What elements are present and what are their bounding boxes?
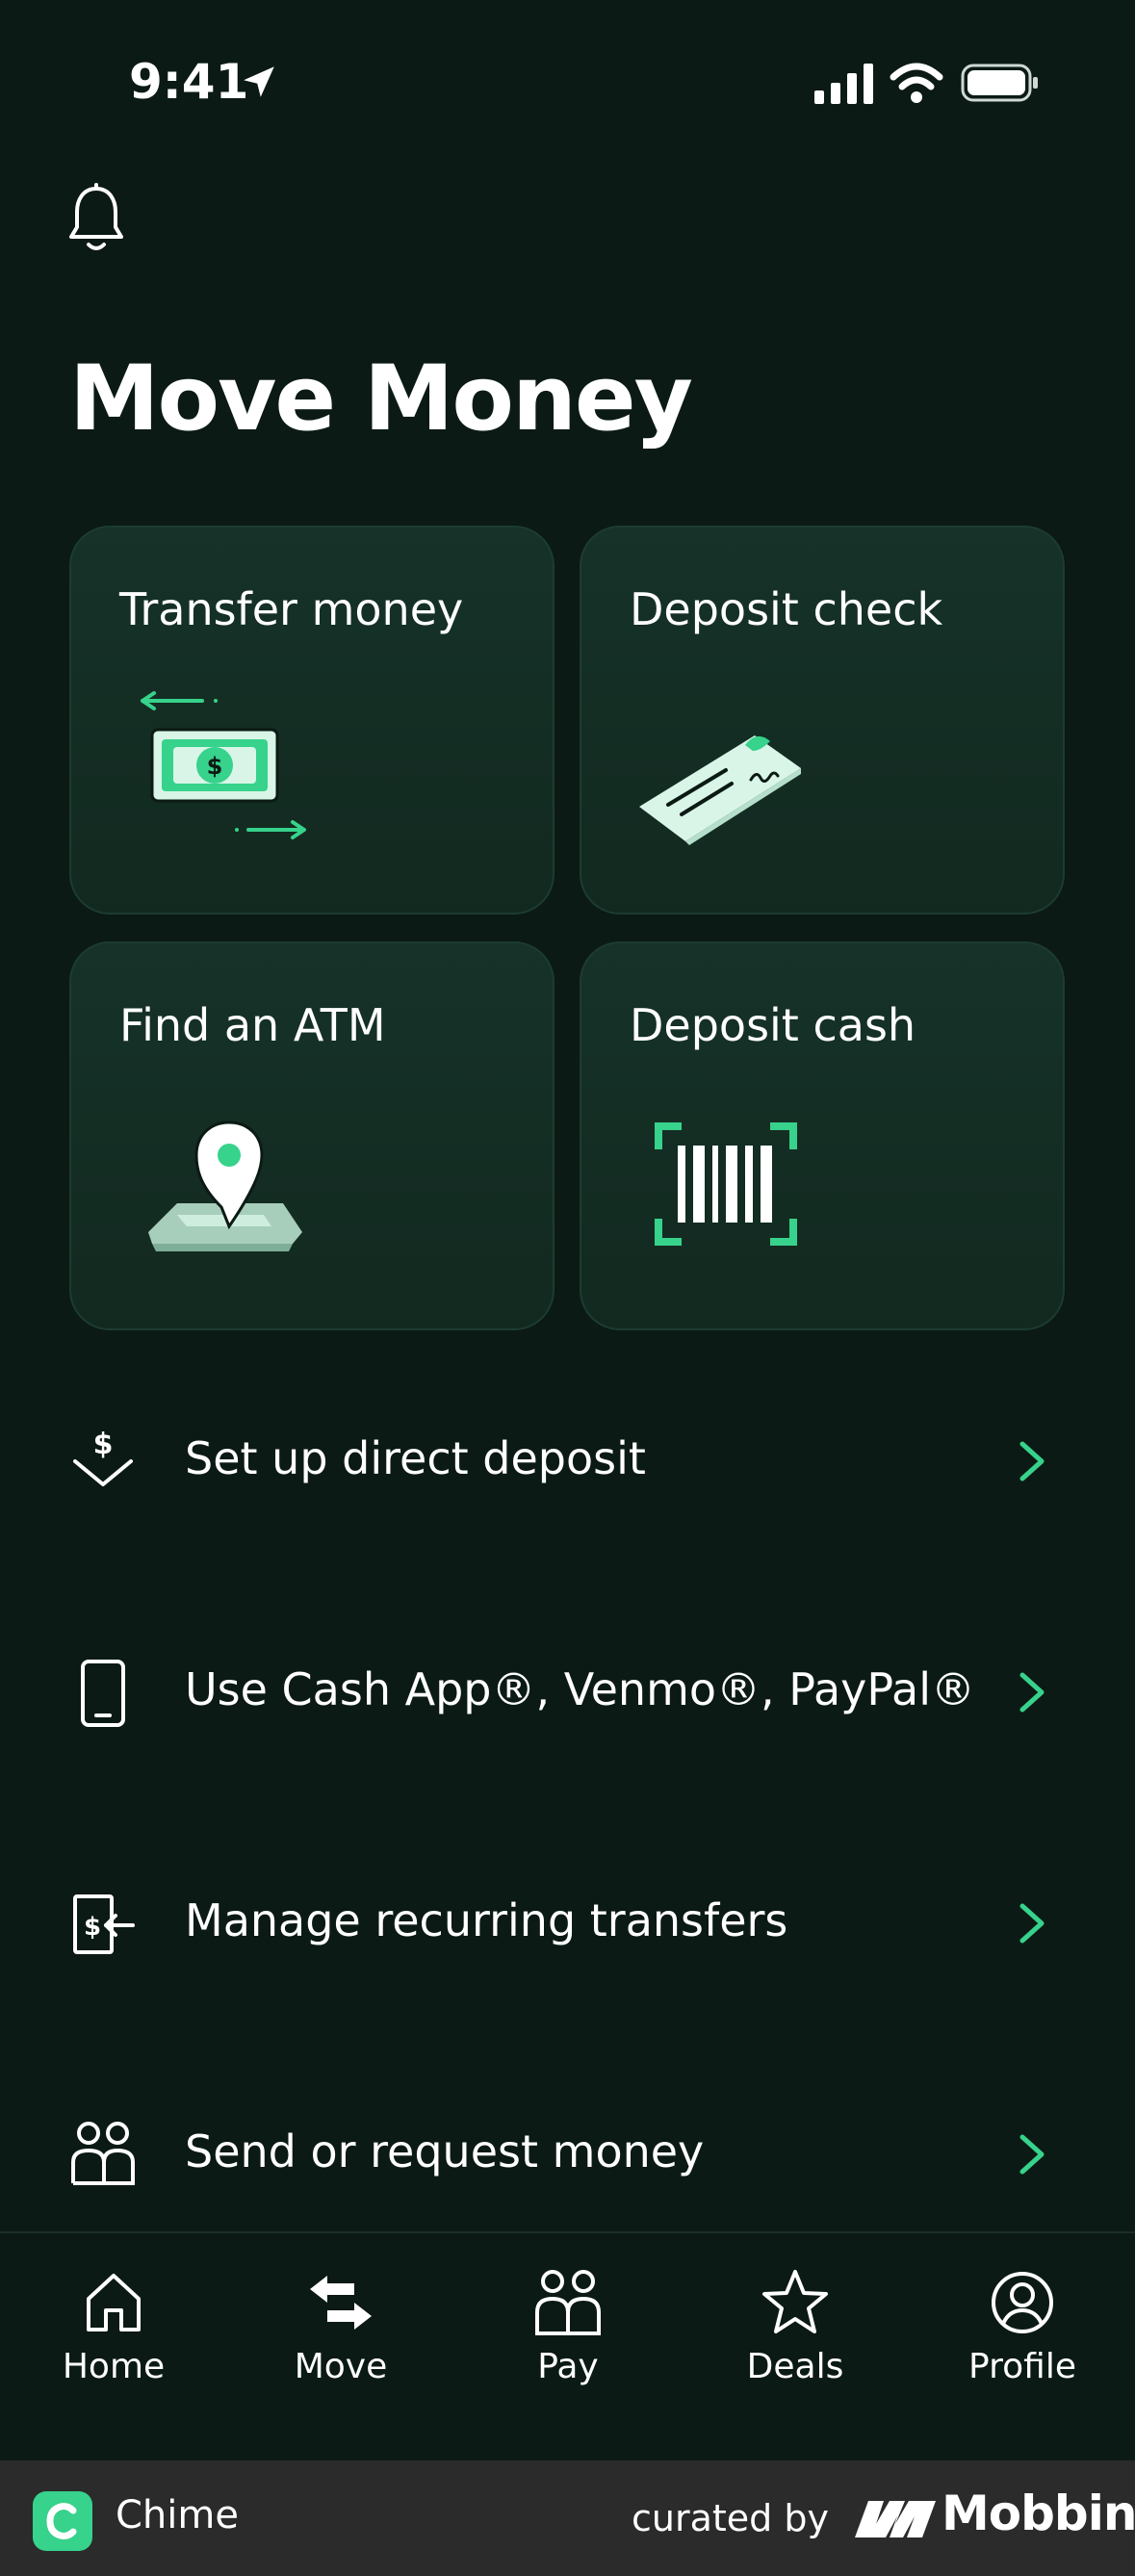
chime-logo-icon (33, 2491, 92, 2551)
find-atm-card[interactable]: Find an ATM (69, 941, 555, 1330)
location-arrow-icon (244, 66, 274, 97)
pay-people-icon (535, 2270, 601, 2335)
chevron-right-icon (1019, 1903, 1045, 1944)
card-label: Deposit check (630, 583, 943, 635)
deposit-cash-card[interactable]: Deposit cash (580, 941, 1065, 1330)
tab-deals[interactable]: Deals (699, 2253, 891, 2435)
footer-banner: Chime curated by Mobbin (0, 2460, 1135, 2576)
row-label: Set up direct deposit (185, 1432, 646, 1484)
tab-bar: Home Move Pay Deals Profile (0, 2231, 1135, 2460)
row-label: Send or request money (185, 2125, 705, 2177)
brand-name: Mobbin (942, 2486, 1135, 2541)
mobbin-logo-icon (855, 2501, 936, 2537)
chevron-right-icon (1019, 1441, 1045, 1481)
send-request-row[interactable]: Send or request money (0, 2058, 1135, 2251)
tab-label: Pay (537, 2347, 599, 2386)
chevron-right-icon (1019, 1672, 1045, 1713)
battery-icon (961, 64, 1038, 102)
curated-by-label: curated by (632, 2497, 829, 2539)
tab-label: Move (294, 2347, 388, 2386)
status-bar: 9:41 (0, 0, 1135, 164)
tab-label: Deals (746, 2347, 844, 2386)
payment-apps-row[interactable]: Use Cash App®, Venmo®, PayPal® (0, 1596, 1135, 1789)
tab-profile[interactable]: Profile (926, 2253, 1119, 2435)
profile-icon (992, 2272, 1053, 2333)
app-name: Chime (116, 2493, 239, 2537)
card-label: Find an ATM (119, 999, 386, 1051)
status-time: 9:41 (129, 54, 249, 110)
chevron-right-icon (1019, 2134, 1045, 2175)
signal-icon (814, 64, 873, 104)
direct-deposit-icon: $ (73, 1428, 133, 1486)
move-arrows-icon (310, 2276, 372, 2330)
row-label: Manage recurring transfers (185, 1894, 788, 1946)
tab-move[interactable]: Move (245, 2253, 437, 2435)
recurring-transfers-row[interactable]: $ Manage recurring transfers (0, 1827, 1135, 2020)
check-icon (639, 735, 801, 845)
barcode-icon (655, 1122, 797, 1246)
svg-text:$: $ (207, 753, 223, 780)
card-label: Deposit cash (630, 999, 916, 1051)
svg-text:$: $ (84, 1913, 101, 1942)
row-label: Use Cash App®, Venmo®, PayPal® (185, 1663, 975, 1715)
card-label: Transfer money (119, 583, 464, 635)
star-icon (762, 2270, 828, 2333)
bell-icon[interactable] (65, 183, 127, 256)
phone-icon (81, 1660, 125, 1727)
svg-text:$: $ (93, 1428, 114, 1461)
wifi-icon (890, 63, 943, 103)
direct-deposit-row[interactable]: $ Set up direct deposit (0, 1365, 1135, 1558)
tab-label: Profile (968, 2347, 1076, 2386)
map-pin-icon (148, 1121, 302, 1251)
tab-home[interactable]: Home (17, 2253, 210, 2435)
home-icon (87, 2274, 141, 2331)
deposit-check-card[interactable]: Deposit check (580, 526, 1065, 914)
tab-label: Home (62, 2347, 166, 2386)
app-screen: 9:41 Move Money Transfer money $ Deposit… (0, 0, 1135, 2460)
recurring-transfer-icon: $ (73, 1894, 135, 1954)
people-icon (71, 2122, 135, 2185)
transfer-money-card[interactable]: Transfer money $ (69, 526, 555, 914)
cash-transfer-icon: $ (141, 691, 306, 839)
page-title: Move Money (69, 347, 693, 451)
tab-pay[interactable]: Pay (472, 2253, 664, 2435)
